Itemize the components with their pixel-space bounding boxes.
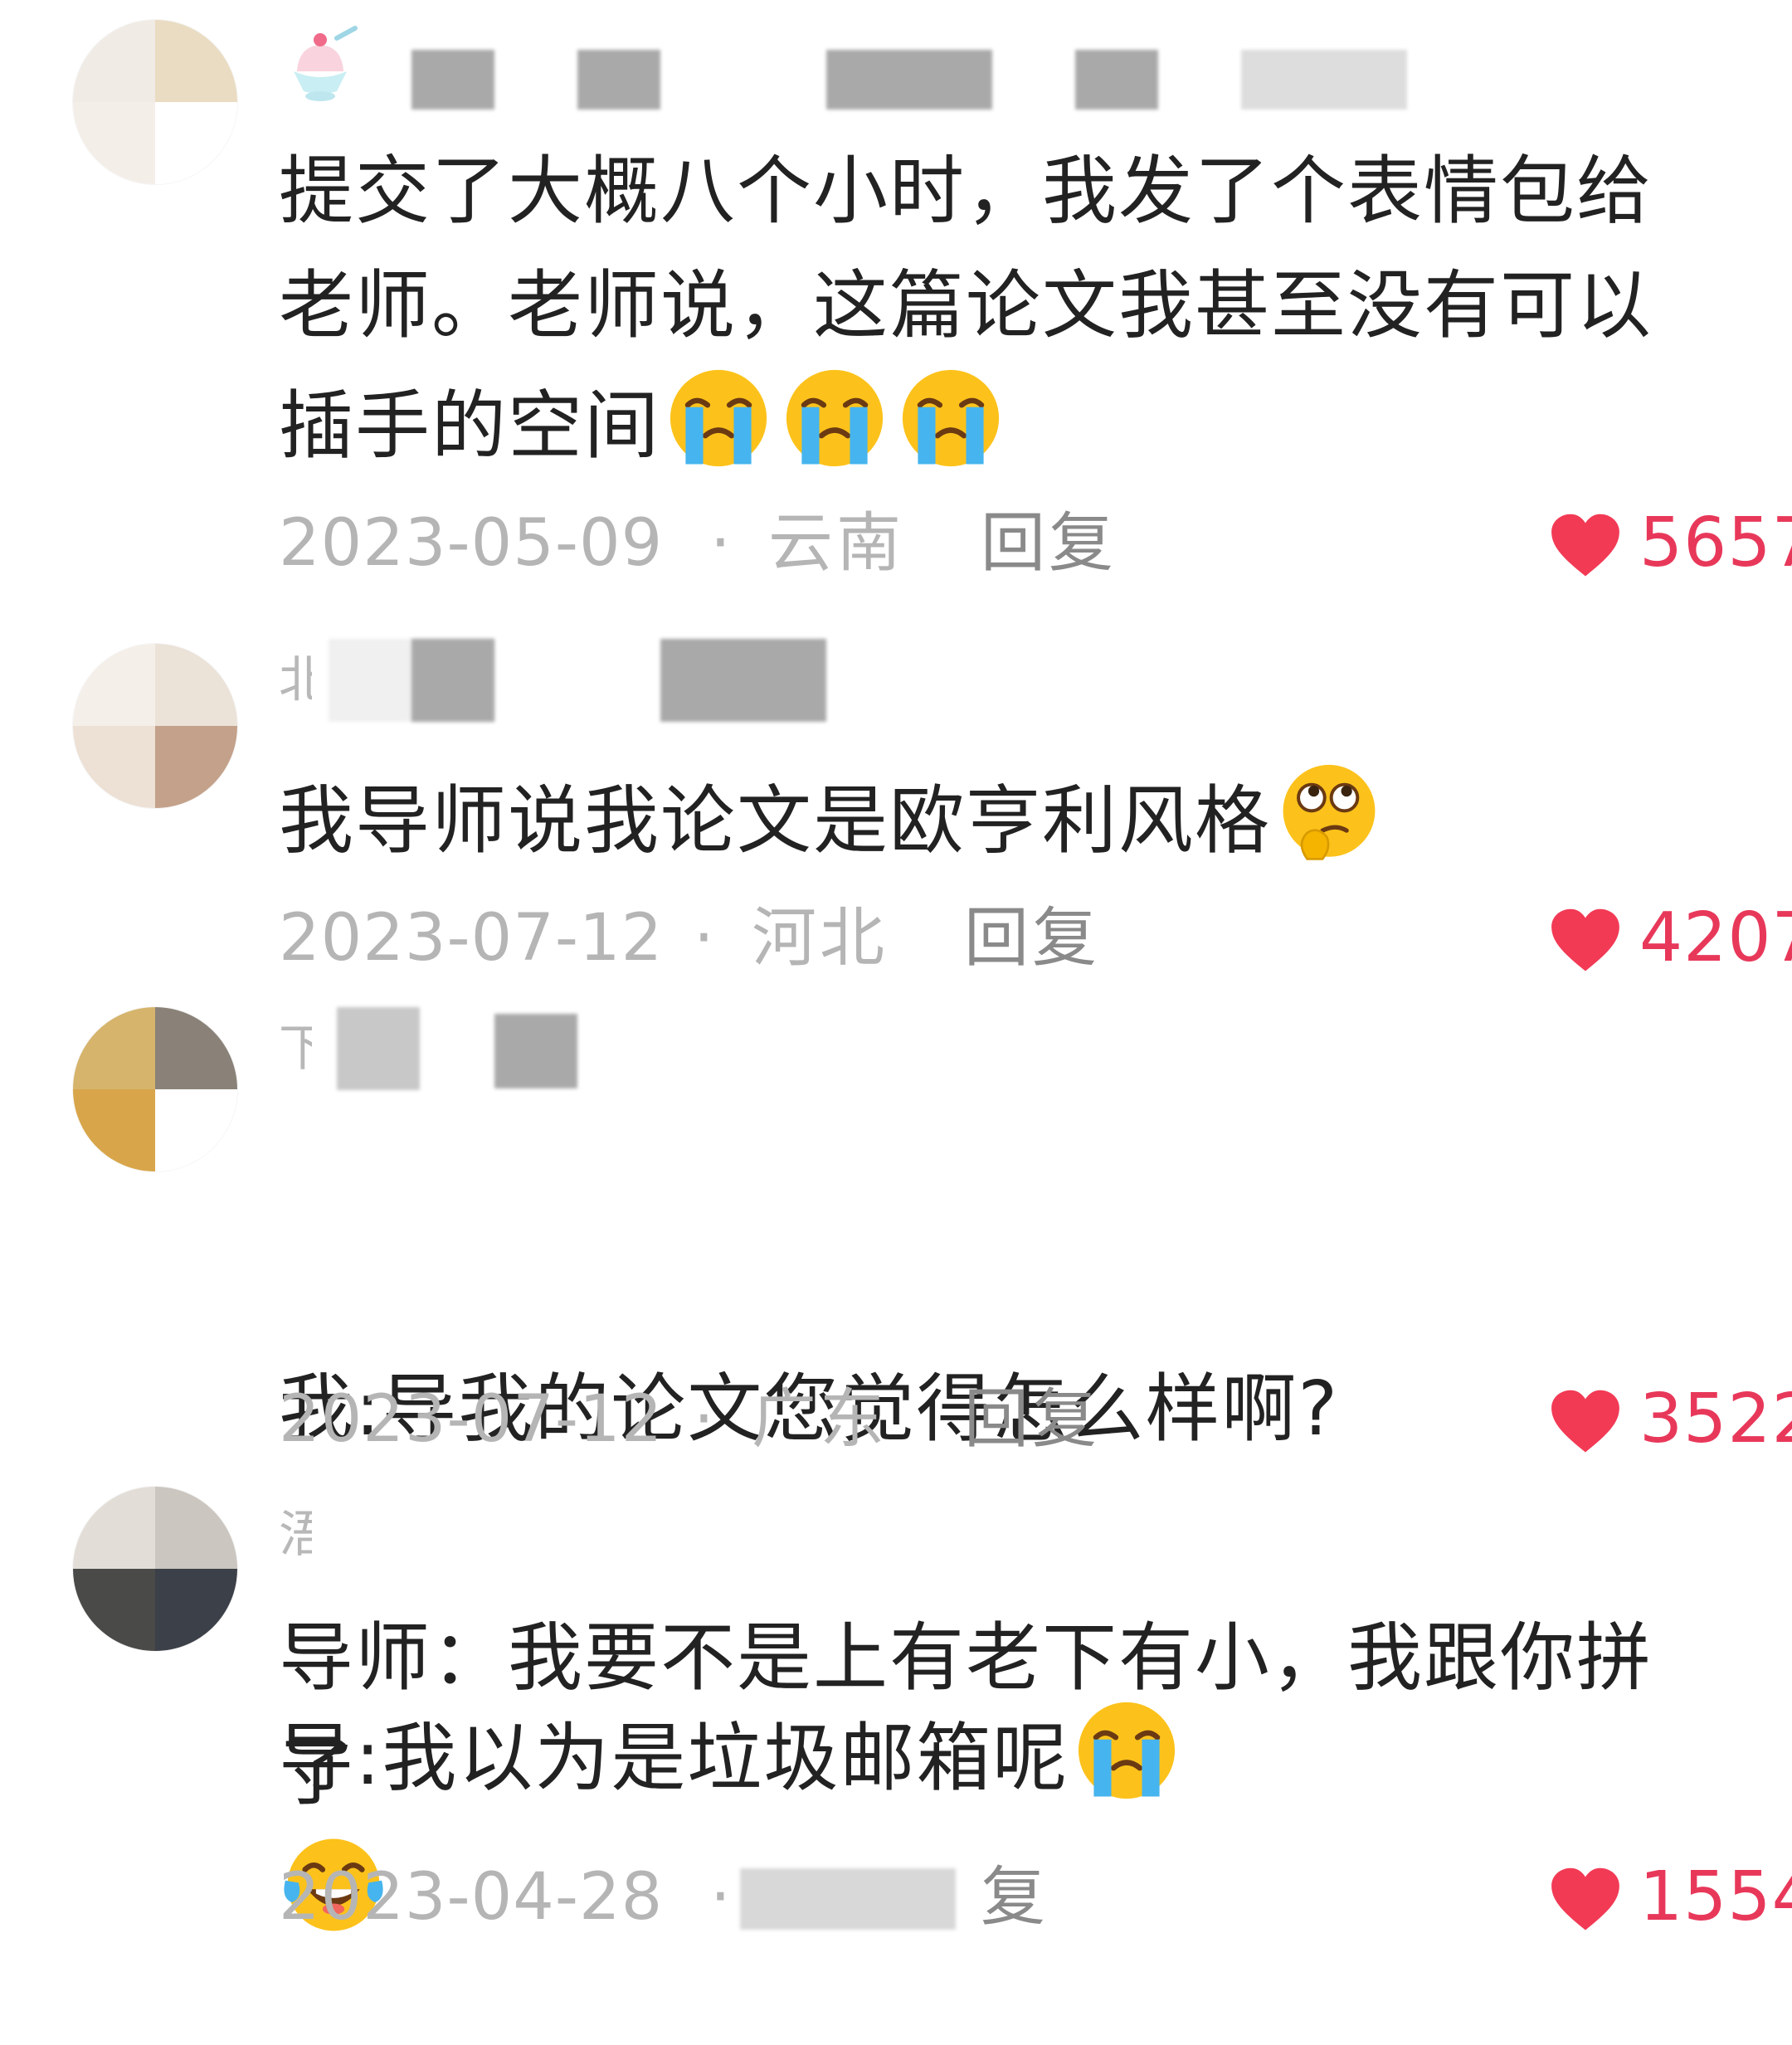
comment-region: 云南 <box>768 506 905 581</box>
comment-date: 2023-05-09 <box>279 506 664 581</box>
crying-face-icon <box>664 363 773 473</box>
username-redacted <box>494 1014 577 1088</box>
comment-meta: 2023-07-12 · 河北 回复 4207 <box>279 893 1792 984</box>
rolling-eyes-thinking-icon <box>1274 758 1384 868</box>
avatar[interactable] <box>73 1487 237 1651</box>
username-partial: 北 <box>279 651 312 709</box>
comment-region: 广东 <box>752 1382 889 1457</box>
comment-date: 2023-07-12 <box>279 1382 664 1457</box>
comment-meta: 2023-04-28 · 复 1554 <box>279 1852 1792 1943</box>
username-redacted <box>411 50 494 110</box>
heart-icon <box>1551 1867 1619 1931</box>
avatar[interactable] <box>73 20 237 184</box>
username-partial: 浯 <box>279 1506 312 1564</box>
username[interactable] <box>279 25 1440 110</box>
reply-button[interactable]: 复 <box>981 1852 1049 1943</box>
heart-icon <box>1551 908 1619 971</box>
like-count: 5657 <box>1639 504 1792 582</box>
username-redacted <box>411 639 494 722</box>
comment-date: 2023-04-28 <box>279 1860 664 1935</box>
username[interactable]: 北 <box>279 639 1440 722</box>
comment-meta: 2023-05-09 · 云南 回复 5657 <box>279 498 1792 589</box>
region-redacted <box>740 1868 956 1930</box>
username-redacted <box>826 50 992 110</box>
meta-separator: · <box>710 506 731 581</box>
meta-separator: · <box>710 1860 731 1935</box>
crying-face-icon <box>780 363 889 473</box>
reply-button[interactable]: 回复 <box>981 498 1117 589</box>
username-partial: 下 <box>279 1020 312 1078</box>
meta-separator: · <box>694 901 714 976</box>
comment-text: 提交了大概八个小时，我发了个表情包给老师。老师说，这篇论文我甚至没有可以插手的空… <box>279 134 1722 484</box>
username[interactable]: 浯 <box>279 1493 1440 1576</box>
avatar[interactable] <box>73 644 237 808</box>
meta-separator: · <box>694 1382 714 1457</box>
like-count: 3522 <box>1639 1380 1792 1458</box>
heart-icon <box>1551 1390 1619 1453</box>
reply-button[interactable]: 回复 <box>964 893 1100 984</box>
username-redacted <box>577 50 660 110</box>
avatar[interactable] <box>73 1007 237 1171</box>
comment-region: 河北 <box>752 901 889 976</box>
comment-body: 我导师说我论文是欧亨利风格 <box>279 777 1271 864</box>
username-redacted <box>337 1007 420 1090</box>
shaved-ice-icon <box>294 26 358 101</box>
crying-face-icon <box>896 363 1006 473</box>
username-redacted <box>1241 50 1407 110</box>
username-redacted <box>1075 50 1158 110</box>
username[interactable]: 下 <box>279 1007 1440 1090</box>
like-count: 4207 <box>1639 898 1792 977</box>
username-redacted <box>660 639 826 722</box>
reply-button[interactable]: 回复 <box>964 1374 1100 1465</box>
comment-text: 我导师说我论文是欧亨利风格 <box>279 758 1722 879</box>
comment-meta: 2023-07-12 · 广东 回复 3522 <box>279 1374 1792 1465</box>
username-redacted <box>317 1493 367 1576</box>
comment-body: 导师：我要不是上有老下有小，我跟你拼了 <box>279 1614 1653 1816</box>
comment-date: 2023-07-12 <box>279 901 664 976</box>
like-count: 1554 <box>1639 1858 1792 1936</box>
heart-icon <box>1551 514 1619 577</box>
